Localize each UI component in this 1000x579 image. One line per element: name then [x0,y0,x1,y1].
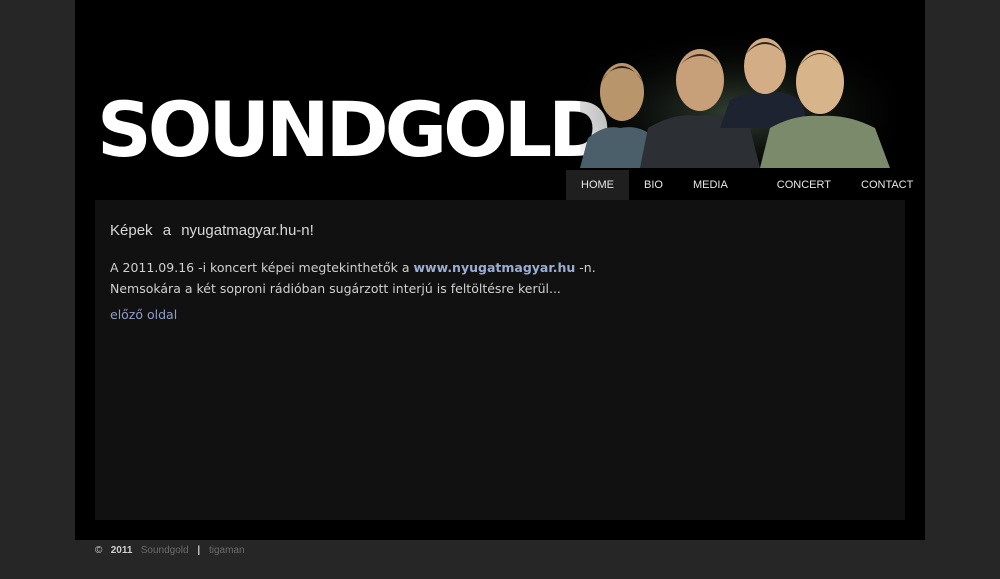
nav-home[interactable]: HOME [566,170,629,200]
site-logo[interactable]: SOUNDGOLD [97,92,611,168]
content-panel: Képek a nyugatmagyar.hu-n! A 2011.09.16 … [95,200,905,520]
nav-bio[interactable]: BIO [629,170,678,200]
footer: © 2011 Soundgold | tigaman [95,545,245,556]
article-line2: Nemsokára a két soproni rádióban sugárzo… [110,281,561,296]
main-nav: HOME BIO MEDIA CONCERT CONTACT [566,170,928,200]
previous-page-link[interactable]: előző oldal [110,307,177,322]
page-frame: SOUNDGOLD HOME BIO MEDIA CONCERT CONTACT… [75,0,925,540]
article-title: Képek a nyugatmagyar.hu-n! [110,222,314,239]
footer-brand[interactable]: Soundgold [141,545,189,556]
band-photo [580,28,895,168]
footer-year: 2011 [110,545,133,556]
footer-author[interactable]: tigaman [209,545,245,556]
nav-media[interactable]: MEDIA [678,170,762,200]
nav-contact[interactable]: CONTACT [846,170,928,200]
copyright-symbol: © [95,545,103,556]
footer-separator: | [197,545,201,556]
article-body: A 2011.09.16 -i koncert képei megtekinth… [110,257,890,299]
nav-concert[interactable]: CONCERT [762,170,846,200]
article-line1-prefix: A 2011.09.16 -i koncert képei megtekinth… [110,260,414,275]
nyugatmagyar-link[interactable]: www.nyugatmagyar.hu [413,260,575,275]
header: SOUNDGOLD HOME BIO MEDIA CONCERT CONTACT [75,0,925,200]
article-line1-suffix: -n. [575,260,596,275]
